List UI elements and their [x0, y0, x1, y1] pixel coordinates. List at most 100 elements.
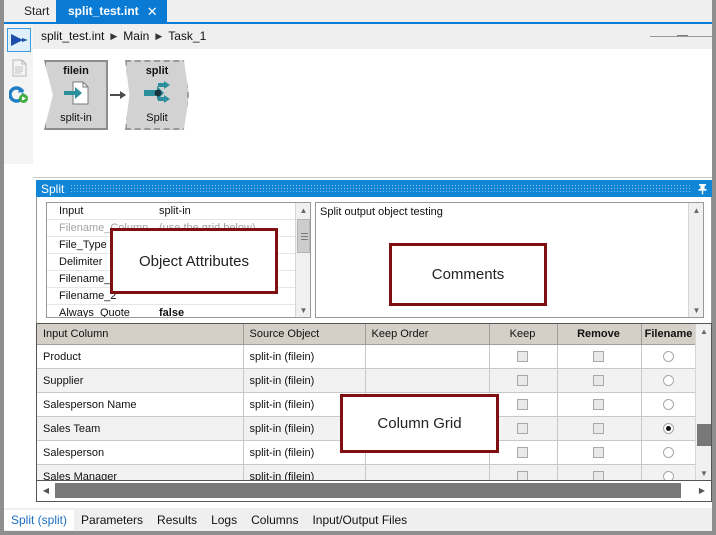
cell-keep[interactable] — [489, 393, 557, 417]
tab-parameters[interactable]: Parameters — [74, 510, 150, 530]
filename-radio[interactable] — [663, 471, 674, 481]
keep-checkbox[interactable] — [517, 399, 528, 410]
tab-results[interactable]: Results — [150, 510, 204, 530]
cell-filename[interactable] — [641, 345, 697, 369]
cell-input-column: Product — [37, 345, 243, 369]
cell-filename[interactable] — [641, 465, 697, 482]
remove-checkbox[interactable] — [593, 375, 604, 386]
column-header-filename[interactable]: Filename — [641, 324, 697, 345]
table-row[interactable]: Sales Manager split-in (filein) — [37, 465, 697, 482]
window-border-bottom — [0, 531, 716, 535]
remove-checkbox[interactable] — [593, 399, 604, 410]
cell-remove[interactable] — [557, 441, 641, 465]
filename-radio-selected[interactable] — [663, 423, 674, 434]
breadcrumb-item-file[interactable]: split_test.int — [41, 29, 104, 43]
pushpin-icon[interactable] — [692, 183, 712, 195]
split-panel-title: Split — [41, 182, 64, 196]
column-header-remove[interactable]: Remove — [557, 324, 641, 345]
keep-checkbox[interactable] — [517, 471, 528, 481]
document-icon[interactable] — [7, 56, 31, 80]
tab-input-output-files[interactable]: Input/Output Files — [305, 510, 414, 530]
attributes-vertical-scrollbar[interactable]: ▲ ▼ — [295, 203, 310, 317]
annotation-object-attributes-label: Object Attributes — [139, 253, 249, 270]
cell-remove[interactable] — [557, 417, 641, 441]
diagram-node-filein-type: filein — [63, 65, 89, 77]
cell-filename[interactable] — [641, 441, 697, 465]
cell-remove[interactable] — [557, 465, 641, 482]
attribute-row[interactable]: Always_Quote false — [47, 305, 295, 317]
diagram-node-split[interactable]: split Split — [125, 60, 189, 130]
scroll-down-icon[interactable]: ▼ — [696, 466, 712, 480]
breadcrumb-item-task[interactable]: Task_1 — [168, 29, 206, 43]
column-header-keep-order[interactable]: Keep Order — [365, 324, 489, 345]
scroll-down-icon[interactable]: ▼ — [296, 303, 311, 317]
comments-vertical-scrollbar[interactable]: ▲ ▼ — [688, 203, 703, 317]
scroll-up-icon[interactable]: ▲ — [696, 324, 712, 338]
diagram-connector-arrow — [110, 94, 125, 96]
keep-checkbox[interactable] — [517, 447, 528, 458]
filename-radio[interactable] — [663, 399, 674, 410]
tab-columns[interactable]: Columns — [244, 510, 305, 530]
cell-keep-order — [365, 345, 489, 369]
tab-split[interactable]: Split (split) — [4, 510, 74, 530]
cell-filename[interactable] — [641, 393, 697, 417]
cell-source-object: split-in (filein) — [243, 345, 365, 369]
table-row[interactable]: Product split-in (filein) — [37, 345, 697, 369]
task-diagram-canvas[interactable]: filein split-in split Sp — [33, 49, 712, 178]
tab-split-test-int[interactable]: split_test.int ✕ — [56, 0, 167, 22]
keep-checkbox[interactable] — [517, 423, 528, 434]
cell-keep[interactable] — [489, 441, 557, 465]
scroll-up-icon[interactable]: ▲ — [689, 203, 704, 217]
cell-filename[interactable] — [641, 417, 697, 441]
cell-source-object: split-in (filein) — [243, 369, 365, 393]
remove-checkbox[interactable] — [593, 471, 604, 481]
file-in-arrow-icon — [62, 80, 90, 109]
close-icon[interactable]: ✕ — [147, 5, 158, 18]
remove-checkbox[interactable] — [593, 351, 604, 362]
cell-filename[interactable] — [641, 369, 697, 393]
cell-remove[interactable] — [557, 345, 641, 369]
remove-checkbox[interactable] — [593, 423, 604, 434]
column-header-keep[interactable]: Keep — [489, 324, 557, 345]
scrollbar-thumb[interactable] — [697, 424, 711, 446]
cell-keep[interactable] — [489, 345, 557, 369]
scroll-left-icon[interactable]: ◀ — [38, 482, 54, 499]
keep-checkbox[interactable] — [517, 351, 528, 362]
chevron-right-icon: ▶ — [110, 31, 117, 42]
table-row[interactable]: Supplier split-in (filein) — [37, 369, 697, 393]
keep-checkbox[interactable] — [517, 375, 528, 386]
attribute-row[interactable]: Input split-in — [47, 203, 295, 220]
scroll-down-icon[interactable]: ▼ — [689, 303, 704, 317]
cell-keep[interactable] — [489, 417, 557, 441]
scroll-right-icon[interactable]: ▶ — [694, 482, 710, 499]
attribute-value: false — [159, 307, 295, 317]
tab-logs[interactable]: Logs — [204, 510, 244, 530]
breadcrumb-item-main[interactable]: Main — [123, 29, 149, 43]
grid-horizontal-scrollbar[interactable]: ◀ ▶ — [36, 481, 712, 502]
history-refresh-icon[interactable] — [7, 82, 31, 106]
run-play-icon[interactable] — [7, 28, 31, 52]
diagram-node-split-name: Split — [146, 112, 167, 124]
breadcrumb-bar: split_test.int ▶ Main ▶ Task_1 — [33, 24, 712, 49]
left-icon-rail — [4, 24, 34, 164]
attribute-key: Always_Quote — [47, 307, 159, 317]
diagram-node-filein[interactable]: filein split-in — [44, 60, 108, 130]
filename-radio[interactable] — [663, 351, 674, 362]
cell-input-column: Sales Team — [37, 417, 243, 441]
grid-vertical-scrollbar[interactable]: ▲ ▼ — [695, 324, 711, 480]
scrollbar-thumb[interactable] — [55, 483, 681, 498]
cell-keep[interactable] — [489, 465, 557, 482]
application-window: Start split_test.int ✕ — [0, 0, 716, 535]
scrollbar-thumb[interactable] — [297, 219, 310, 253]
cell-remove[interactable] — [557, 393, 641, 417]
cell-remove[interactable] — [557, 369, 641, 393]
filename-radio[interactable] — [663, 447, 674, 458]
cell-keep-order — [365, 465, 489, 482]
filename-radio[interactable] — [663, 375, 674, 386]
scroll-up-icon[interactable]: ▲ — [296, 203, 311, 217]
cell-keep[interactable] — [489, 369, 557, 393]
column-header-source-object[interactable]: Source Object — [243, 324, 365, 345]
remove-checkbox[interactable] — [593, 447, 604, 458]
column-header-input-column[interactable]: Input Column — [37, 324, 243, 345]
attribute-key: Input — [47, 205, 159, 217]
